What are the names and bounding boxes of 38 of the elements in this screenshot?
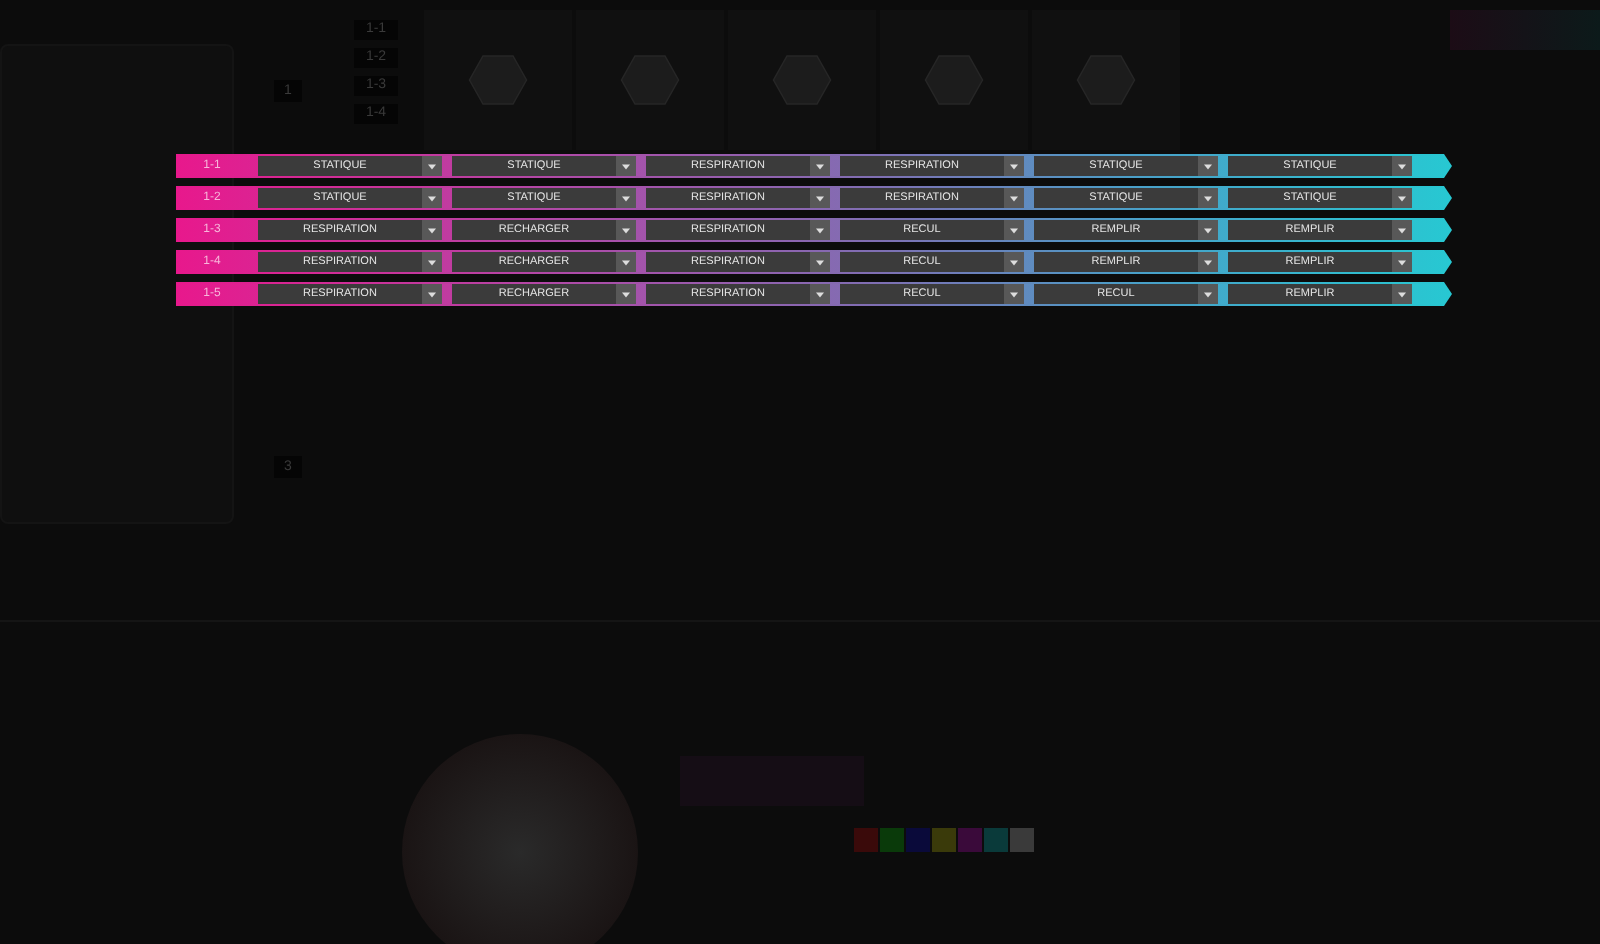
color-swatch[interactable]	[880, 828, 904, 852]
caret-icon	[1010, 291, 1018, 297]
caret-icon	[816, 227, 824, 233]
caret-icon	[622, 163, 630, 169]
caret-icon	[622, 195, 630, 201]
caret-icon	[622, 227, 630, 233]
caret-icon	[816, 195, 824, 201]
caret-icon	[1398, 259, 1406, 265]
caret-icon	[1204, 163, 1212, 169]
color-swatch[interactable]	[932, 828, 956, 852]
caret-icon	[1398, 227, 1406, 233]
color-wheel-icon	[400, 732, 640, 944]
color-swatch[interactable]	[1010, 828, 1034, 852]
caret-icon	[1398, 195, 1406, 201]
color-swatch[interactable]	[984, 828, 1008, 852]
caret-icon	[622, 291, 630, 297]
color-swatch[interactable]	[854, 828, 878, 852]
caret-icon	[428, 227, 436, 233]
caret-icon	[816, 163, 824, 169]
color-swatch[interactable]	[906, 828, 930, 852]
caret-icon	[1010, 259, 1018, 265]
caret-icon	[1010, 163, 1018, 169]
caret-icon	[428, 259, 436, 265]
caret-icon	[1010, 227, 1018, 233]
caret-icon	[622, 259, 630, 265]
caret-icon	[1204, 195, 1212, 201]
caret-icon	[1398, 163, 1406, 169]
caret-icon	[816, 291, 824, 297]
caret-icon	[1204, 259, 1212, 265]
caret-icon	[1204, 291, 1212, 297]
caret-icon	[428, 291, 436, 297]
caret-icon	[816, 259, 824, 265]
caret-icon	[428, 195, 436, 201]
caret-icon	[1204, 227, 1212, 233]
caret-icon	[1398, 291, 1406, 297]
caret-icon	[1010, 195, 1018, 201]
caret-icon	[428, 163, 436, 169]
color-swatch[interactable]	[958, 828, 982, 852]
